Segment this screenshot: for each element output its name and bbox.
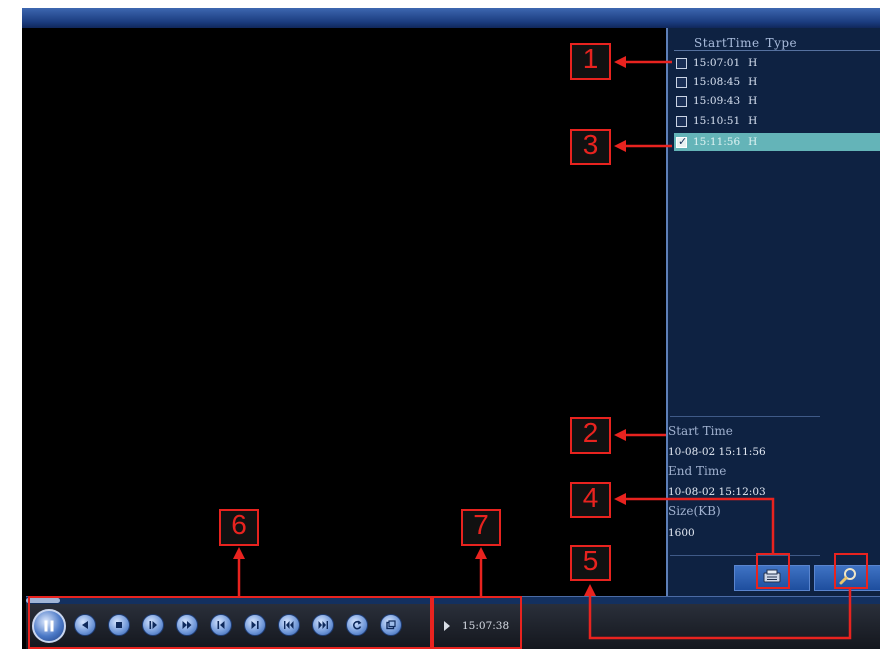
size-label: Size(KB) — [668, 504, 721, 518]
size-value: 1600 — [668, 527, 695, 539]
header-divider — [674, 50, 880, 51]
start-time-value: 10-08-02 15:11:56 — [668, 446, 766, 458]
search-button-highlight — [834, 553, 868, 589]
file-checkbox[interactable] — [676, 76, 687, 88]
file-list-header: StartTime Type — [694, 36, 803, 50]
file-start-time: 15:07:01 — [693, 57, 741, 69]
file-type: H — [748, 57, 758, 69]
file-checkbox[interactable] — [676, 95, 687, 107]
callout-5: 5 — [570, 545, 611, 581]
start-time-label: Start Time — [668, 424, 733, 438]
file-start-time: 15:11:56 — [693, 136, 741, 148]
screenshot-stage: StartTime Type 15:07:01 H 15:08:45 H 15:0… — [0, 0, 880, 649]
title-bar — [22, 8, 880, 28]
end-time-label: End Time — [668, 464, 727, 478]
checkmark-icon: ✓ — [678, 134, 688, 148]
dvr-playback-screen: StartTime Type 15:07:01 H 15:08:45 H 15:0… — [22, 8, 880, 649]
file-start-time: 15:09:43 — [693, 95, 741, 107]
callout-6: 6 — [219, 509, 259, 546]
file-list-panel: StartTime Type 15:07:01 H 15:08:45 H 15:0… — [666, 28, 880, 596]
callout-3: 3 — [570, 129, 611, 165]
backup-button-highlight — [756, 553, 790, 589]
type-column-header: Type — [765, 36, 798, 50]
file-checkbox[interactable] — [676, 57, 687, 69]
start-time-column-header: StartTime — [694, 36, 760, 50]
file-row[interactable]: 15:09:43 H — [674, 92, 880, 110]
file-row[interactable]: 15:07:01 H — [674, 54, 880, 72]
file-start-time: 15:10:51 — [693, 115, 741, 127]
time-highlight — [432, 596, 522, 649]
file-start-time: 15:08:45 — [693, 76, 741, 88]
file-row[interactable]: 15:08:45 H — [674, 73, 880, 91]
end-time-value: 10-08-02 15:12:03 — [668, 486, 766, 498]
file-type: H — [748, 136, 758, 148]
file-type: H — [748, 115, 758, 127]
file-row[interactable]: 15:10:51 H — [674, 112, 880, 130]
info-divider-bottom — [670, 555, 820, 556]
callout-1: 1 — [570, 43, 611, 80]
file-checkbox-checked[interactable]: ✓ — [676, 134, 688, 148]
file-row-selected[interactable]: ✓ 15:11:56 H — [674, 133, 880, 151]
file-type: H — [748, 76, 758, 88]
file-type: H — [748, 95, 758, 107]
file-checkbox[interactable] — [676, 115, 687, 127]
callout-4: 4 — [570, 482, 611, 518]
callout-7: 7 — [461, 509, 501, 546]
controls-highlight — [28, 596, 432, 649]
info-divider — [670, 416, 820, 417]
callout-2: 2 — [570, 417, 611, 454]
